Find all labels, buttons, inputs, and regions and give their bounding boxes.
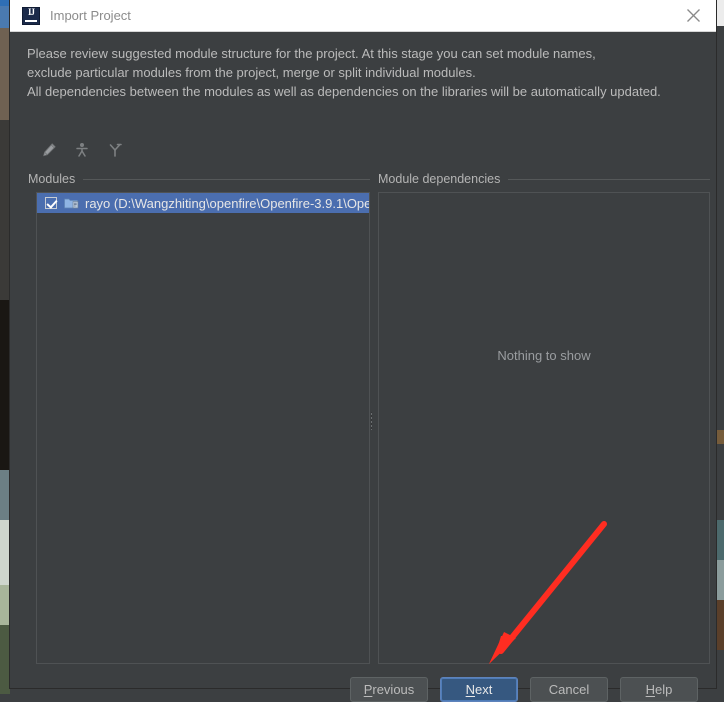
description-line-3: All dependencies between the modules as … <box>27 84 661 99</box>
dialog-title: Import Project <box>50 8 131 23</box>
split-module-icon[interactable] <box>104 139 126 161</box>
intellij-idea-icon <box>22 6 40 25</box>
modules-section-label: Modules <box>28 172 76 186</box>
dialog-body: Please review suggested module structure… <box>10 32 716 702</box>
module-dependencies-panel[interactable]: Nothing to show <box>378 192 710 664</box>
module-include-checkbox[interactable] <box>45 197 57 209</box>
module-folder-icon <box>64 197 79 210</box>
modules-section-header: Modules <box>28 172 370 186</box>
edit-module-icon[interactable] <box>38 139 60 161</box>
list-item[interactable]: rayo (D:\Wangzhiting\openfire\Openfire-3… <box>37 193 369 213</box>
description-line-1: Please review suggested module structure… <box>27 46 596 61</box>
background-photo-left-strip <box>0 0 10 694</box>
next-button[interactable]: Next <box>440 677 518 702</box>
dependencies-section-label: Module dependencies <box>378 172 501 186</box>
dependencies-section-divider <box>508 178 710 180</box>
dialog-description: Please review suggested module structure… <box>27 44 697 101</box>
module-name-label: rayo (D:\Wangzhiting\openfire\Openfire-3… <box>85 195 369 211</box>
splitter-grip-dots <box>370 412 373 430</box>
modules-list-panel[interactable]: rayo (D:\Wangzhiting\openfire\Openfire-3… <box>36 192 370 664</box>
close-icon[interactable] <box>671 0 716 31</box>
dependencies-section-header: Module dependencies <box>378 172 710 186</box>
description-line-2: exclude particular modules from the proj… <box>27 65 476 80</box>
help-button[interactable]: Help <box>620 677 698 702</box>
modules-section-divider <box>83 178 370 180</box>
modules-toolbar <box>38 139 126 161</box>
empty-state-message: Nothing to show <box>497 348 591 363</box>
panel-splitter-handle[interactable] <box>369 410 374 432</box>
cancel-button[interactable]: Cancel <box>530 677 608 702</box>
dialog-titlebar: Import Project <box>10 0 716 32</box>
merge-modules-icon[interactable] <box>71 139 93 161</box>
previous-button[interactable]: Previous <box>350 677 428 702</box>
dialog-footer: Previous Next Cancel Help <box>350 677 698 702</box>
background-photo-right-strip <box>715 0 724 694</box>
import-project-dialog: Import Project Please review suggested m… <box>10 0 716 702</box>
